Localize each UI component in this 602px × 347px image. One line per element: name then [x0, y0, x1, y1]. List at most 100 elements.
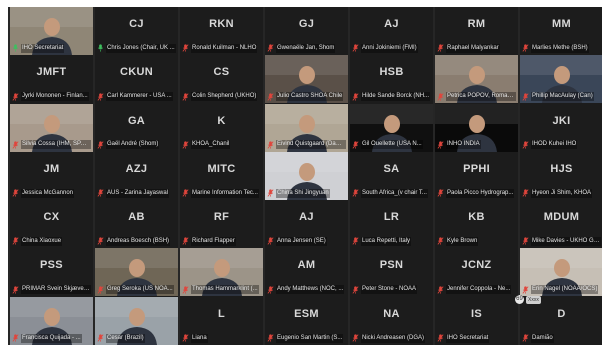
participant-initials: RM [467, 18, 486, 30]
participant-tile[interactable]: Cesar (Brazil) [95, 296, 178, 346]
participant-tile[interactable]: JKI IHOD Kuhei IHO [520, 103, 602, 152]
participant-initials: GJ [298, 18, 315, 30]
participant-tile[interactable]: IHO Secretariat [10, 7, 93, 56]
participant-tile[interactable]: Thomas Hammarklint (... [180, 248, 263, 297]
participant-initials: SA [383, 162, 400, 175]
mic-muted-icon [522, 92, 529, 101]
participant-initials: PSS [40, 259, 63, 272]
participant-name: Cesar (Brazil) [106, 333, 145, 343]
participant-tile[interactable]: CX China Xiaoxue [10, 200, 93, 249]
participant-tile[interactable]: NA Nicki Andreasen (DGA) [350, 296, 433, 346]
participant-name: Hilde Sande Borck (NH... [361, 92, 431, 102]
participant-tile[interactable]: Erin Nagel (NOAA/OCS) [520, 248, 602, 297]
participant-name-bar: INHO INDIA [437, 140, 516, 150]
participant-tile[interactable]: Gil Ouellette (USA N... [350, 103, 433, 152]
participant-tile[interactable]: JCNZ Jennifer Coppola - Ne... [435, 248, 518, 297]
participant-tile[interactable]: ESM Eugenio San Martin (S... [265, 296, 348, 346]
participant-tile[interactable]: Silvia Cossa (IHM, SPAI... [10, 103, 93, 152]
participant-name: Anni Jokiniemi (FMI) [361, 43, 418, 53]
participant-initials: NA [383, 307, 400, 320]
participant-name-bar: Erin Nagel (NOAA/OCS) [522, 285, 601, 295]
participant-tile[interactable]: AM Andy Matthews (NOC, ... [265, 248, 348, 297]
mic-muted-icon [522, 237, 529, 246]
participant-tile[interactable]: Francisca Quijada - ... [10, 296, 93, 346]
participant-name: Jyrki Mononen - Finlan... [21, 92, 89, 102]
participant-initials: K [217, 114, 226, 127]
mic-muted-icon [182, 141, 189, 149]
participant-name-bar: Marine Information Tec... [182, 188, 261, 198]
participant-tile[interactable]: HJS Hyeon Ji Shim, KHOA [520, 151, 602, 201]
participant-name-bar: Kyle Brown [437, 236, 516, 246]
mic-muted-icon [12, 189, 19, 197]
participant-name-bar: Carl Kammerer - USA ... [97, 92, 176, 102]
participant-name-bar: Hilde Sande Borck (NH... [352, 92, 431, 102]
participant-name-bar: Jennifer Coppola - Ne... [437, 285, 516, 295]
participant-initials: AZJ [125, 162, 148, 175]
reaction-overlay[interactable]: 69 Xxxx [515, 295, 541, 304]
participant-tile[interactable]: RM Raphael Malyankar [435, 7, 518, 56]
mic-on-icon [12, 44, 19, 52]
participant-name-bar: Nicki Andreasen (DGA) [352, 333, 431, 343]
participant-tile[interactable]: AJ Anni Jokiniemi (FMI) [350, 7, 433, 56]
mic-muted-icon [97, 141, 104, 149]
mic-muted-icon [182, 189, 189, 197]
participant-tile[interactable]: D Damião [520, 296, 602, 346]
participant-name-bar: Raphael Malyankar [437, 43, 516, 53]
participant-tile[interactable]: China Shi Jingyuan [265, 151, 348, 201]
participant-tile[interactable]: GJ Gwenaële Jan, Shom [265, 7, 348, 56]
mic-muted-icon [12, 237, 19, 246]
mic-muted-icon [12, 92, 19, 101]
mic-muted-icon [522, 334, 529, 342]
participant-name-bar: Jessica McGannon [12, 188, 91, 198]
participant-tile[interactable]: PPHI Paola Picco Hydrograp... [435, 151, 518, 201]
mic-muted-icon [97, 286, 104, 294]
participant-tile[interactable]: AB Andreas Boesch (BSH) [95, 200, 178, 249]
participant-tile[interactable]: L Liana [180, 296, 263, 346]
participant-tile[interactable]: MM Marlies Methe (BSH) [520, 7, 602, 56]
participant-tile[interactable]: AZJ AUS - Zarina Jayaswal [95, 151, 178, 201]
participant-initials: PSN [379, 259, 404, 272]
participant-name-bar: Hyeon Ji Shim, KHOA [522, 188, 601, 198]
participant-tile[interactable]: RKN Ronald Kuilman - NLHO [180, 7, 263, 56]
mic-muted-icon [12, 141, 19, 149]
participant-name-bar: Marlies Methe (BSH) [522, 43, 601, 53]
mic-muted-icon [97, 92, 104, 101]
mic-muted-icon [437, 237, 444, 246]
participant-tile[interactable]: AJ Anna Jensen (SE) [265, 200, 348, 249]
participant-tile[interactable]: Eivind Quistgaard (Danis... [265, 103, 348, 152]
participant-tile[interactable]: PSN Peter Stone - NOAA [350, 248, 433, 297]
participant-tile[interactable]: Petrica POPOV, Romani... [435, 55, 518, 104]
participant-tile[interactable]: INHO INDIA [435, 103, 518, 152]
mic-muted-icon [182, 286, 189, 294]
participant-tile[interactable]: MDUM Mike Davies - UKHO GI... [520, 200, 602, 249]
participant-tile[interactable]: LR Luca Repetti, Italy [350, 200, 433, 249]
participant-tile[interactable]: KB Kyle Brown [435, 200, 518, 249]
participant-name: Carl Kammerer - USA ... [106, 92, 173, 102]
participant-name-bar: Richard Flapper [182, 236, 261, 246]
participant-tile[interactable]: IS IHO Secretariat [435, 296, 518, 346]
participant-initials: JKI [552, 114, 571, 127]
participant-tile[interactable]: JM Jessica McGannon [10, 151, 93, 201]
participant-tile[interactable]: K KHOA_Chanil [180, 103, 263, 152]
participant-tile[interactable]: Phillip MacAulay (Can) [520, 55, 602, 104]
participant-name: Andy Matthews (NOC, ... [276, 285, 345, 295]
mic-muted-icon [267, 286, 274, 294]
participant-name: Erin Nagel (NOAA/OCS) [531, 285, 599, 295]
participant-tile[interactable]: GA Gaël André (Shom) [95, 103, 178, 152]
participant-tile[interactable]: RF Richard Flapper [180, 200, 263, 249]
participant-tile[interactable]: JMFT Jyrki Mononen - Finlan... [10, 55, 93, 104]
participant-tile[interactable]: HSB Hilde Sande Borck (NH... [350, 55, 433, 104]
participant-tile[interactable]: SA South Africa_(v chair T... [350, 151, 433, 201]
participant-tile[interactable]: CJ Chris Jones (Chair, UK ... [95, 7, 178, 56]
participant-tile[interactable]: CKUN Carl Kammerer - USA ... [95, 55, 178, 104]
participant-name-bar: Colin Shepherd (UKHO) [182, 92, 261, 102]
participant-tile[interactable]: PSS PRIMAR Svein Skjæveland [10, 248, 93, 297]
participant-tile[interactable]: MITC Marine Information Tec... [180, 151, 263, 201]
participant-initials: HSB [379, 66, 404, 79]
participant-tile[interactable]: CS Colin Shepherd (UKHO) [180, 55, 263, 104]
participant-tile[interactable]: Julio Castro SHOA Chile [265, 55, 348, 104]
participant-name-bar: Francisca Quijada - ... [12, 333, 91, 343]
participant-name: Jessica McGannon [21, 188, 75, 198]
participant-name-bar: Cesar (Brazil) [97, 333, 176, 343]
participant-tile[interactable]: Greg Seroka (US NOA... [95, 248, 178, 297]
